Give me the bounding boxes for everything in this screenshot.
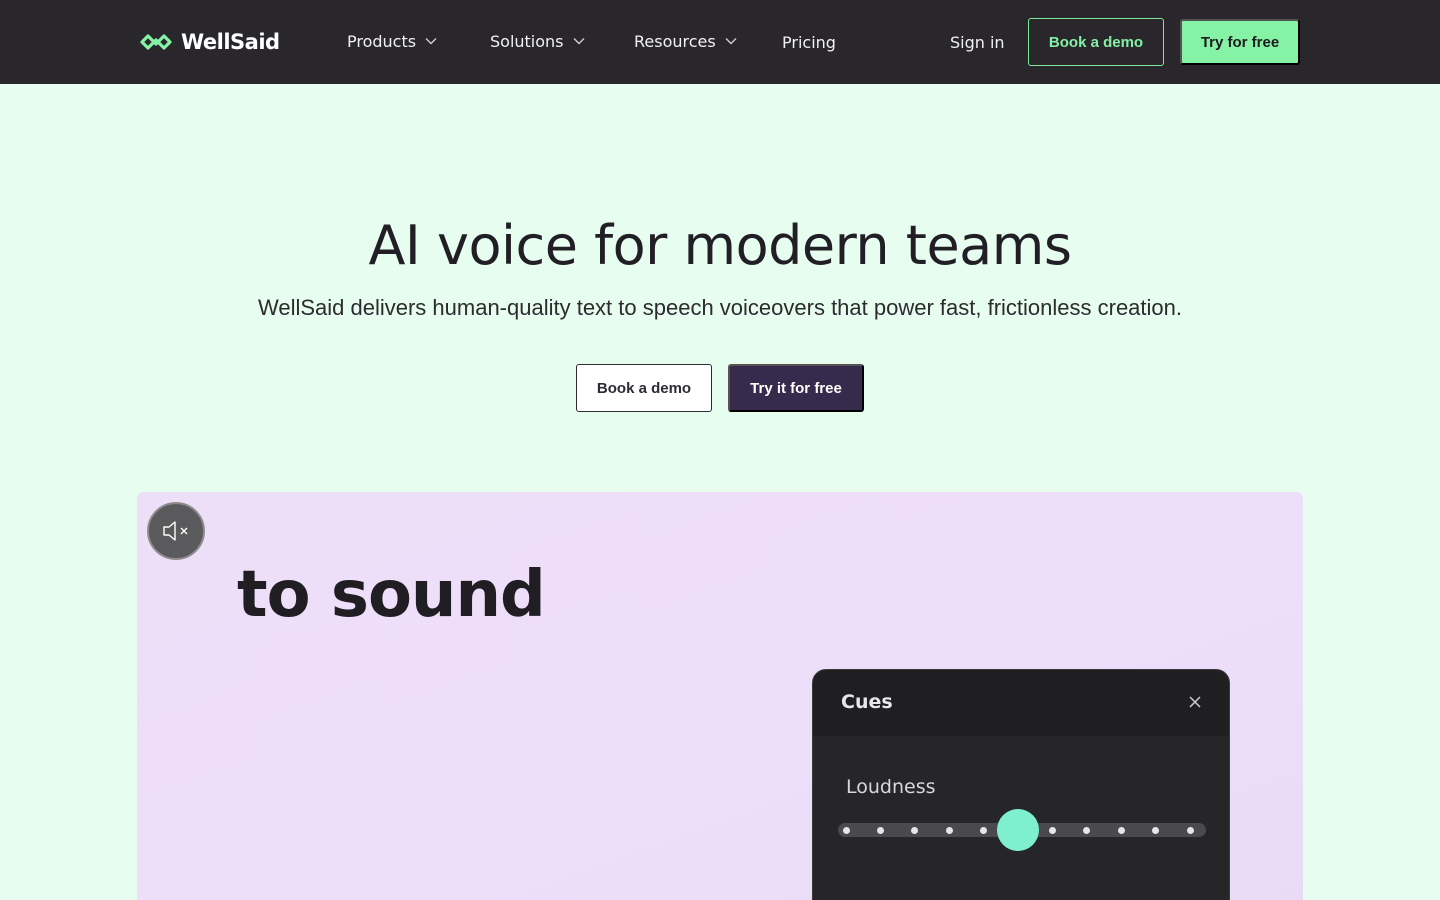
chevron-down-icon: [573, 38, 585, 45]
loudness-step-dot[interactable]: [1117, 827, 1125, 834]
logo-mark-icon: [140, 34, 172, 50]
product-demo-panel: to sound Cues Loudness: [137, 492, 1303, 900]
close-icon[interactable]: [1187, 694, 1203, 710]
loudness-step-dot[interactable]: [876, 827, 884, 834]
demo-spoken-word: to sound: [237, 558, 546, 632]
hero-subtitle: WellSaid delivers human-quality text to …: [257, 295, 1183, 320]
mute-toggle-button[interactable]: [147, 502, 205, 560]
hero-title: AI voice for modern teams: [368, 214, 1072, 277]
chevron-down-icon: [725, 38, 737, 45]
nav-solutions-label: Solutions: [490, 31, 564, 51]
loudness-step-dot[interactable]: [842, 827, 850, 834]
hero-try-free-button[interactable]: Try it for free: [728, 364, 864, 412]
nav-products-label: Products: [347, 31, 417, 51]
loudness-step-dot[interactable]: [911, 827, 919, 834]
nav-resources-label: Resources: [634, 31, 716, 51]
wellsaid-logo[interactable]: WellSaid: [139, 29, 280, 55]
loudness-step-dot[interactable]: [1083, 827, 1091, 834]
sign-in-link[interactable]: Sign in: [950, 30, 1005, 54]
nav-book-demo-button[interactable]: Book a demo: [1028, 18, 1164, 66]
loudness-step-dot[interactable]: [1186, 827, 1194, 834]
nav-try-free-button[interactable]: Try for free: [1180, 19, 1300, 65]
nav-pricing[interactable]: Pricing: [782, 30, 836, 54]
cues-panel: Cues Loudness: [812, 669, 1230, 900]
loudness-step-dot[interactable]: [1152, 827, 1160, 834]
loudness-step-dot[interactable]: [1048, 827, 1056, 834]
loudness-label: Loudness: [846, 776, 936, 798]
loudness-slider-thumb[interactable]: [997, 809, 1039, 851]
logo-text: WellSaid: [181, 30, 280, 54]
cues-panel-title: Cues: [841, 691, 893, 713]
nav-resources[interactable]: Resources: [634, 29, 737, 53]
cues-panel-header: Cues: [813, 670, 1229, 736]
chevron-down-icon: [425, 38, 437, 45]
loudness-step-dot[interactable]: [945, 827, 953, 834]
nav-pricing-label: Pricing: [782, 32, 836, 52]
nav-products[interactable]: Products: [347, 29, 437, 53]
nav-solutions[interactable]: Solutions: [490, 29, 585, 53]
top-nav: WellSaid Products Solutions Resources Pr…: [0, 0, 1440, 84]
sign-in-label: Sign in: [950, 32, 1005, 52]
loudness-slider[interactable]: [838, 809, 1206, 851]
speaker-muted-icon: [163, 521, 188, 541]
loudness-step-dot[interactable]: [980, 827, 988, 834]
hero-book-demo-button[interactable]: Book a demo: [576, 364, 712, 412]
